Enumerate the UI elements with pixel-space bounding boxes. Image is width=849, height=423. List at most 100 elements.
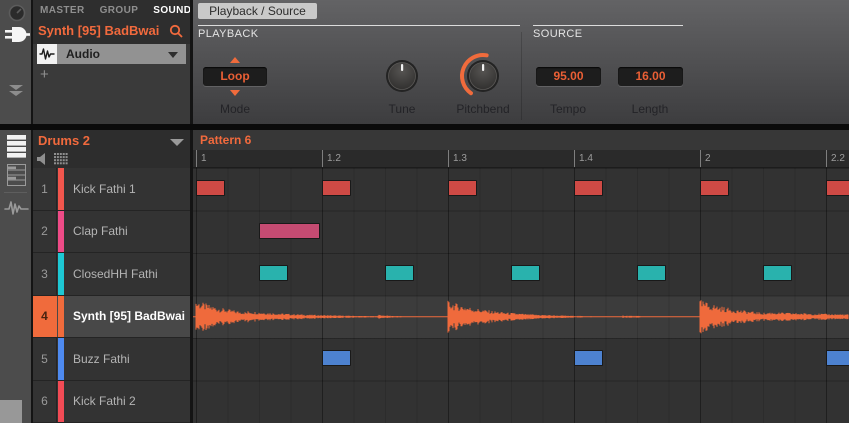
pane-divider (0, 124, 849, 130)
note-block[interactable] (574, 350, 603, 366)
track-color-strip (58, 211, 64, 253)
track-row[interactable]: 1 Kick Fathi 1 (33, 168, 190, 211)
mode-label: Mode (220, 102, 250, 116)
tab-master[interactable]: MASTER (40, 5, 85, 16)
sound-source-row: Audio (37, 44, 186, 64)
collapse-arrow-icon[interactable] (8, 84, 24, 97)
tab-group[interactable]: GROUP (100, 5, 139, 16)
playback-section-line (198, 25, 520, 26)
source-section-line (533, 25, 683, 26)
track-row[interactable]: 5 Buzz Fathi (33, 338, 190, 381)
note-block[interactable] (196, 180, 225, 196)
track-name[interactable]: Kick Fathi 1 (73, 168, 136, 210)
add-module-button[interactable]: + (40, 66, 49, 83)
ruler-label: 2 (705, 153, 711, 164)
level-tabs: MASTER GROUP SOUND (40, 0, 191, 20)
track-row[interactable]: 2 Clap Fathi (33, 211, 190, 254)
ruler-label: 1 (201, 153, 207, 164)
timeline-ruler[interactable]: 1 1.2 1.3 1.4 2 2.2 (193, 150, 849, 168)
sound-list-panel: MASTER GROUP SOUND Synth [95] BadBwai Au… (33, 0, 190, 124)
note-block[interactable] (763, 265, 792, 281)
track-color-strip (58, 296, 64, 338)
ruler-tick (322, 150, 323, 168)
tab-sound[interactable]: SOUND (153, 5, 191, 16)
note-block[interactable] (700, 180, 729, 196)
note-block[interactable] (322, 180, 351, 196)
plugin-icon[interactable] (4, 24, 30, 45)
track-name[interactable]: Clap Fathi (73, 211, 128, 253)
note-block[interactable] (259, 265, 288, 281)
note-block[interactable] (826, 350, 849, 366)
track-name[interactable]: Buzz Fathi (73, 338, 130, 380)
track-name[interactable]: ClosedHH Fathi (73, 253, 158, 295)
plugin-tab[interactable]: Playback / Source (198, 3, 317, 19)
ruler-tick (574, 150, 575, 168)
note-block[interactable] (259, 223, 320, 239)
track-row[interactable]: 3 ClosedHH Fathi (33, 253, 190, 296)
track-row[interactable]: 6 Kick Fathi 2 (33, 381, 190, 423)
search-icon[interactable] (169, 24, 183, 38)
mode-down-arrow[interactable] (230, 90, 240, 96)
speaker-icon[interactable] (37, 153, 49, 165)
note-block[interactable] (385, 265, 414, 281)
dropdown-caret-icon (168, 52, 178, 58)
track-row[interactable]: 4 Synth [95] BadBwai (33, 296, 190, 339)
sound-title[interactable]: Synth [95] BadBwai (38, 23, 159, 38)
source-section-title: SOURCE (533, 28, 582, 40)
ruler-label: 2.2 (831, 153, 845, 164)
pitchbend-label: Pitchbend (456, 102, 509, 116)
note-block[interactable] (322, 350, 351, 366)
track-number[interactable]: 4 (33, 296, 57, 338)
channel-properties-icon[interactable] (8, 4, 26, 22)
tune-knob[interactable] (380, 54, 424, 98)
track-number[interactable]: 6 (33, 381, 57, 423)
track-number[interactable]: 2 (33, 211, 57, 253)
rail-scroll-thumb[interactable] (0, 400, 22, 423)
audio-waveform-icon (37, 44, 57, 64)
note-block[interactable] (637, 265, 666, 281)
ruler-tick (196, 150, 197, 168)
tempo-label: Tempo (550, 102, 586, 116)
track-name[interactable]: Synth [95] BadBwai (73, 296, 185, 338)
event-view-icon[interactable] (7, 135, 26, 158)
plugin-panel: Playback / Source PLAYBACK SOURCE Loop M… (193, 0, 849, 124)
maschine-window: MASTER GROUP SOUND Synth [95] BadBwai Au… (0, 0, 849, 423)
piano-roll-icon[interactable] (7, 164, 26, 186)
track-name[interactable]: Kick Fathi 2 (73, 381, 136, 423)
tempo-value[interactable]: 95.00 (536, 67, 601, 86)
note-block[interactable] (448, 180, 477, 196)
ruler-label: 1.2 (327, 153, 341, 164)
pad-grid-icon[interactable] (54, 153, 68, 165)
pattern-bar: Pattern 6 (193, 130, 849, 150)
track-number[interactable]: 3 (33, 253, 57, 295)
playback-section-title: PLAYBACK (198, 28, 258, 40)
group-header: Drums 2 (33, 130, 190, 168)
pitchbend-knob[interactable] (458, 50, 508, 102)
group-name[interactable]: Drums 2 (38, 133, 90, 148)
track-color-strip (58, 168, 64, 210)
ruler-tick (448, 150, 449, 168)
section-divider (521, 32, 522, 120)
mode-up-arrow[interactable] (230, 57, 240, 63)
length-value[interactable]: 16.00 (618, 67, 683, 86)
pattern-grid[interactable] (193, 168, 849, 423)
ruler-label: 1.3 (453, 153, 467, 164)
source-type-label: Audio (66, 47, 100, 61)
mode-selector[interactable]: Loop (203, 67, 267, 86)
note-block[interactable] (511, 265, 540, 281)
track-number[interactable]: 1 (33, 168, 57, 210)
note-block[interactable] (826, 180, 849, 196)
left-toolbar (0, 0, 31, 423)
source-type-dropdown[interactable]: Audio (57, 44, 186, 64)
audio-waveform (193, 168, 849, 423)
ruler-label: 1.4 (579, 153, 593, 164)
ruler-tick (826, 150, 827, 168)
note-block[interactable] (574, 180, 603, 196)
pattern-name[interactable]: Pattern 6 (200, 133, 251, 147)
track-number[interactable]: 5 (33, 338, 57, 380)
track-color-strip (58, 253, 64, 295)
rail-divider (4, 192, 27, 193)
sampling-view-icon[interactable] (4, 198, 29, 219)
length-label: Length (632, 102, 669, 116)
group-dropdown-icon[interactable] (170, 139, 184, 146)
